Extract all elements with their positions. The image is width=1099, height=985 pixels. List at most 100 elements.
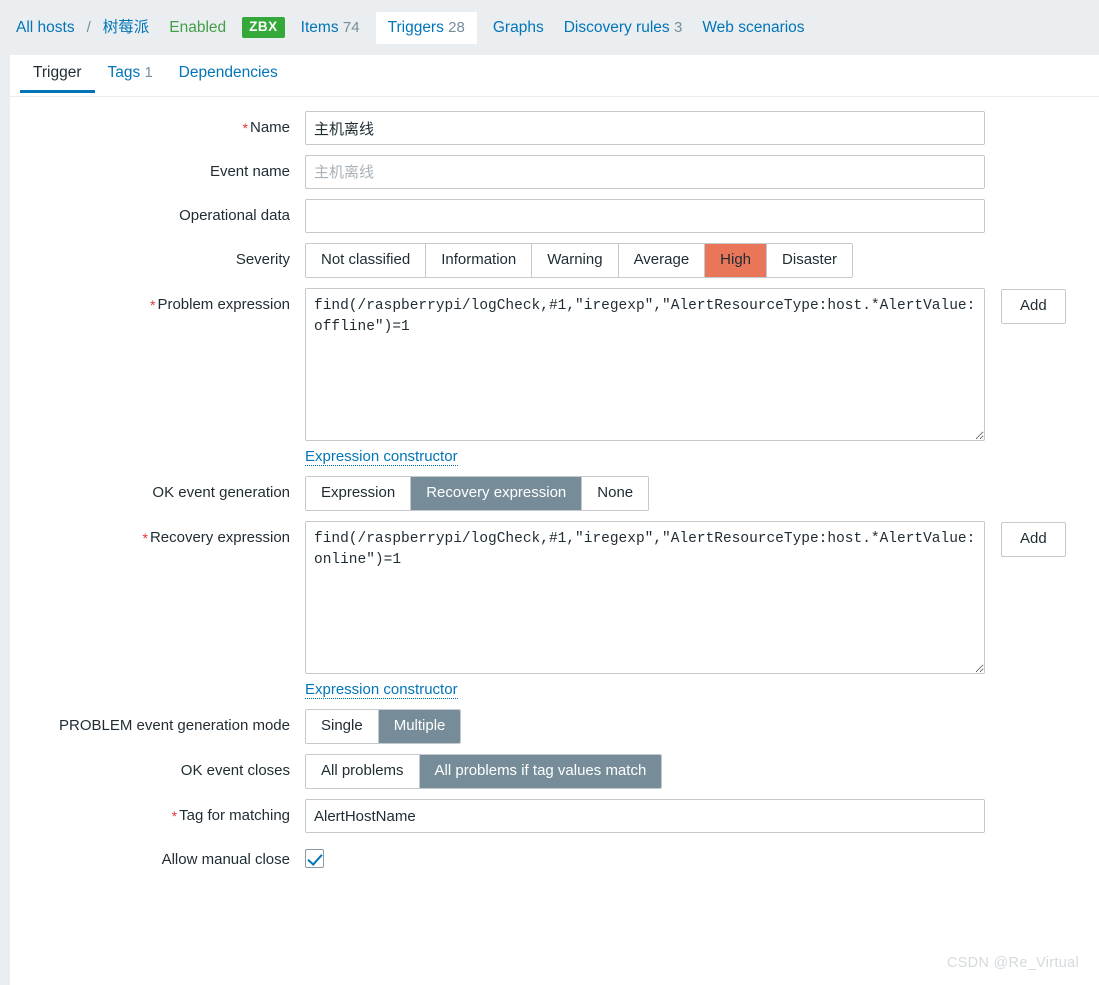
form-row-ok-event-closes: OK event closes All problems All problem… [10,754,1099,789]
ok-event-generation-selector: Expression Recovery expression None [305,476,650,511]
severity-option-not-classified[interactable]: Not classified [306,244,427,277]
label-ok-event-generation: OK event generation [152,484,290,501]
tag-for-matching-input[interactable] [305,799,985,833]
form-row-event-name: Event name [10,155,1099,189]
ok-event-closes-option-tag-values-match[interactable]: All problems if tag values match [419,755,662,788]
severity-selector: Not classified Information Warning Avera… [305,243,854,278]
recovery-expression-wrap: find(/raspberrypi/logCheck,#1,"iregexp",… [305,521,1099,674]
control-tag-for-matching [305,799,1099,833]
form-row-name: * Name [10,111,1099,145]
control-event-name [305,155,1099,189]
required-asterisk: * [142,530,148,546]
problem-expression-textarea[interactable]: find(/raspberrypi/logCheck,#1,"iregexp",… [305,288,985,441]
tab-trigger-label: Trigger [33,64,82,81]
label-problem-expression-text: Problem expression [157,296,290,313]
severity-option-information[interactable]: Information [426,244,533,277]
form-row-problem-event-generation-mode: PROBLEM event generation mode Single Mul… [10,709,1099,744]
ok-event-closes-option-all-problems[interactable]: All problems [306,755,420,788]
nav-discovery-label: Discovery rules [563,18,670,36]
required-asterisk: * [149,297,156,313]
label-tag-for-matching: * Tag for matching [10,799,305,825]
control-allow-manual-close [305,843,1099,872]
severity-option-high[interactable]: High [705,244,768,277]
severity-option-average[interactable]: Average [618,244,706,277]
tab-dependencies-label: Dependencies [178,64,278,81]
tab-tags-label: Tags [107,64,141,81]
control-severity: Not classified Information Warning Avera… [305,243,1099,278]
severity-option-warning[interactable]: Warning [532,244,619,277]
control-ok-event-closes: All problems All problems if tag values … [305,754,1099,789]
required-asterisk: * [242,120,248,136]
label-name: * Name [10,111,305,137]
nav-discovery-rules[interactable]: Discovery rules 3 [554,13,693,43]
event-name-input[interactable] [305,155,985,189]
form-row-tag-for-matching: * Tag for matching [10,799,1099,833]
control-operational-data [305,199,1099,233]
tab-trigger[interactable]: Trigger [20,55,95,93]
nav-discovery-count: 3 [673,18,683,36]
zbx-agent-badge[interactable]: ZBX [242,17,285,38]
control-recovery-expression: find(/raspberrypi/logCheck,#1,"iregexp",… [305,521,1099,699]
tab-tags[interactable]: Tags 1 [95,55,166,92]
label-ok-event-closes: OK event closes [180,762,290,779]
ok-event-generation-option-recovery-expression[interactable]: Recovery expression [411,477,583,510]
nav-graphs[interactable]: Graphs [483,13,554,43]
control-problem-event-generation-mode: Single Multiple [305,709,1099,744]
trigger-configuration-page: All hosts / 树莓派 Enabled ZBX Items 74 Tri… [0,0,1099,985]
recovery-expression-constructor-link[interactable]: Expression constructor [305,681,458,699]
control-ok-event-generation: Expression Recovery expression None [305,476,1099,511]
problem-event-generation-mode-selector: Single Multiple [305,709,462,744]
name-input[interactable] [305,111,985,145]
host-navigation-bar: All hosts / 树莓派 Enabled ZBX Items 74 Tri… [0,0,1099,55]
label-operational-data: Operational data [179,207,290,224]
nav-items-label: Items [300,18,339,36]
nav-triggers-label: Triggers [387,18,444,36]
problem-event-mode-option-multiple[interactable]: Multiple [378,710,461,743]
form-row-allow-manual-close: Allow manual close [10,843,1099,872]
tab-dependencies[interactable]: Dependencies [166,55,291,92]
label-allow-manual-close: Allow manual close [161,851,290,868]
watermark: CSDN @Re_Virtual [946,955,1079,971]
nav-items-count: 74 [342,18,360,36]
breadcrumb-separator: / [86,19,91,36]
recovery-expression-textarea[interactable]: find(/raspberrypi/logCheck,#1,"iregexp",… [305,521,985,674]
problem-expression-constructor-link[interactable]: Expression constructor [305,448,458,466]
operational-data-input[interactable] [305,199,985,233]
problem-expression-wrap: find(/raspberrypi/logCheck,#1,"iregexp",… [305,288,1099,441]
form-tab-bar: Trigger Tags 1 Dependencies [10,55,1099,97]
ok-event-closes-selector: All problems All problems if tag values … [305,754,663,789]
ok-event-generation-option-expression[interactable]: Expression [306,477,412,510]
trigger-form: *Name Event name Operational data [10,97,1099,872]
label-problem-expression: * Problem expression [10,288,305,314]
label-problem-event-generation-mode: PROBLEM event generation mode [59,717,290,734]
label-recovery-expression-text: Recovery expression [149,529,290,546]
breadcrumb-all-hosts[interactable]: All hosts [16,13,85,43]
required-asterisk: * [171,808,178,824]
form-row-problem-expression: * Problem expression find(/raspberrypi/lo… [10,288,1099,466]
control-problem-expression: find(/raspberrypi/logCheck,#1,"iregexp",… [305,288,1099,466]
problem-event-mode-option-single[interactable]: Single [306,710,379,743]
label-name-text: Name [249,119,290,136]
recovery-expression-add-button[interactable]: Add [1001,522,1066,557]
nav-web-scenarios[interactable]: Web scenarios [692,13,814,43]
host-status-enabled[interactable]: Enabled [159,19,236,37]
trigger-form-card: Trigger Tags 1 Dependencies *Name Event … [10,55,1099,985]
allow-manual-close-checkbox[interactable] [305,849,324,868]
tab-tags-count: 1 [144,65,153,81]
ok-event-generation-option-none[interactable]: None [582,477,649,510]
label-event-name: Event name [209,163,290,180]
form-row-operational-data: Operational data [10,199,1099,233]
label-tag-for-matching-text: Tag for matching [179,807,290,824]
nav-triggers-count: 28 [448,18,465,36]
label-severity: Severity [235,251,290,268]
form-row-severity: Severity Not classified Information Warn… [10,243,1099,278]
form-row-recovery-expression: * Recovery expression find(/raspberrypi/l… [10,521,1099,699]
severity-option-disaster[interactable]: Disaster [767,244,853,277]
form-row-ok-event-generation: OK event generation Expression Recovery … [10,476,1099,511]
control-name [305,111,1099,145]
label-recovery-expression: * Recovery expression [10,521,305,547]
nav-triggers-active[interactable]: Triggers 28 [375,11,477,44]
breadcrumb-host-name[interactable]: 树莓派 [93,13,160,43]
problem-expression-add-button[interactable]: Add [1001,289,1066,324]
nav-items[interactable]: Items 74 [291,13,370,43]
